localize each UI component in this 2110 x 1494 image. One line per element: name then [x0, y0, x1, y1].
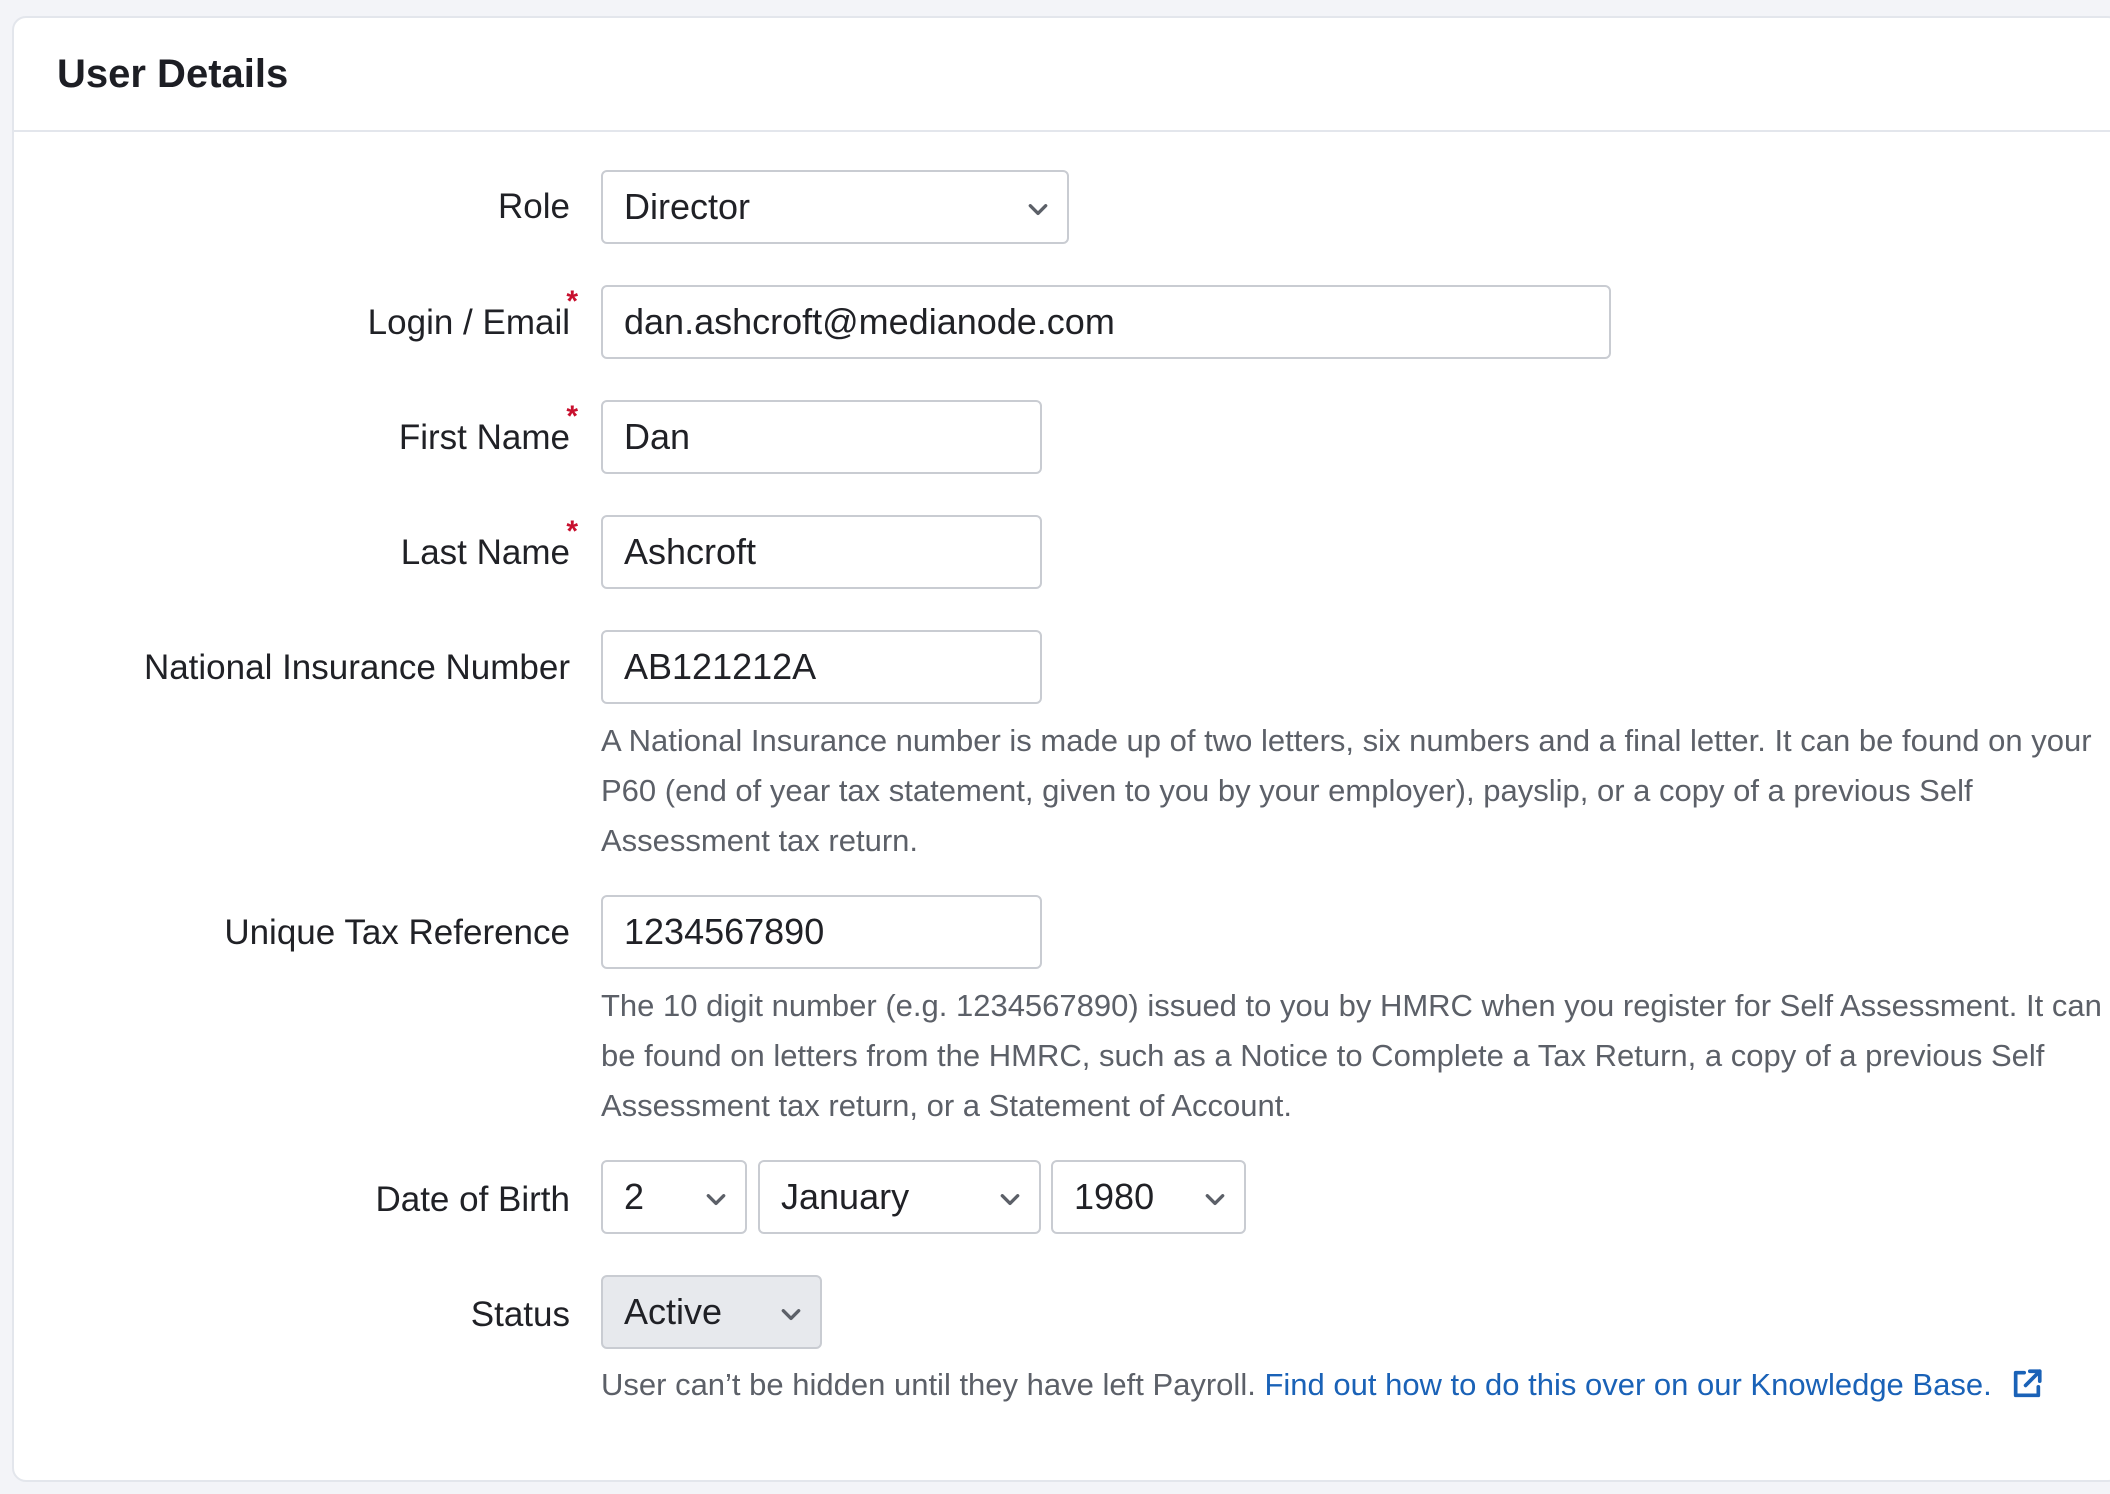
- chevron-down-icon: [1028, 204, 1048, 216]
- first-name-field[interactable]: Dan: [601, 400, 1042, 474]
- dob-month-select[interactable]: January: [758, 1160, 1041, 1234]
- chevron-down-icon: [781, 1309, 801, 1321]
- ni-number-help: A National Insurance number is made up o…: [601, 723, 2092, 858]
- required-marker: *: [566, 400, 578, 433]
- dob-label: Date of Birth: [375, 1180, 570, 1219]
- status-help-text: User can’t be hidden until they have lef…: [601, 1367, 1256, 1402]
- status-help: User can’t be hidden until they have lef…: [601, 1360, 2110, 1410]
- chevron-down-icon: [706, 1194, 726, 1206]
- role-label: Role: [498, 187, 570, 226]
- role-select[interactable]: Director: [601, 170, 1069, 244]
- status-select[interactable]: Active: [601, 1275, 822, 1349]
- ni-number-label: National Insurance Number: [143, 648, 570, 687]
- panel-title: User Details: [57, 51, 289, 96]
- chevron-down-icon: [1000, 1194, 1020, 1206]
- dob-day-select[interactable]: 2: [601, 1160, 747, 1234]
- required-marker: *: [566, 515, 578, 548]
- utr-field[interactable]: 1234567890: [601, 895, 1042, 969]
- last-name-field[interactable]: Ashcroft: [601, 515, 1042, 589]
- ni-number-field[interactable]: AB121212A: [601, 630, 1042, 704]
- utr-help: The 10 digit number (e.g. 1234567890) is…: [601, 988, 2102, 1123]
- email-label: Login / Email *: [367, 285, 578, 342]
- last-name-label: Last Name *: [400, 515, 578, 572]
- chevron-down-icon: [1205, 1194, 1225, 1206]
- panel-header: User Details: [14, 18, 2110, 132]
- email-field[interactable]: dan.ashcroft@medianode.com: [601, 285, 1611, 359]
- first-name-label: First Name *: [398, 400, 578, 457]
- dob-year-select[interactable]: 1980: [1051, 1160, 1246, 1234]
- knowledge-base-link[interactable]: Find out how to do this over on our Know…: [1264, 1367, 1991, 1402]
- external-link-icon[interactable]: [2010, 1367, 2044, 1401]
- utr-label: Unique Tax Reference: [224, 913, 570, 952]
- role-value: Director: [624, 186, 751, 227]
- status-label: Status: [470, 1295, 570, 1334]
- required-marker: *: [566, 285, 578, 318]
